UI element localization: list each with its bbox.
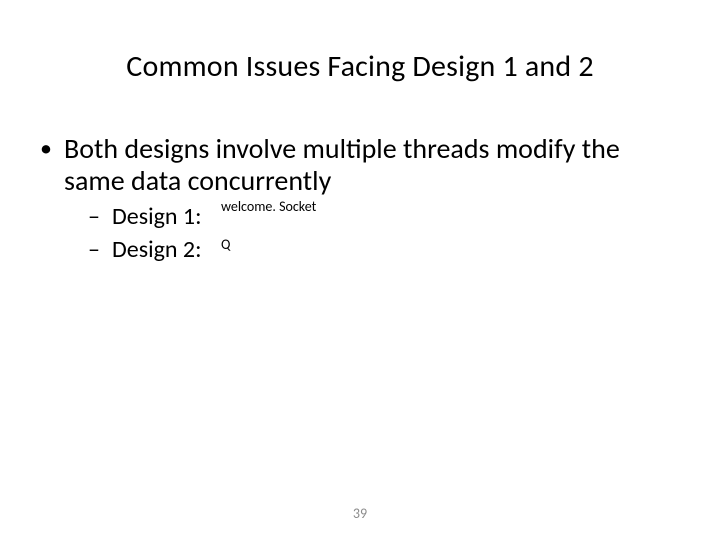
bullet-list-level2: Design 1: welcome. Socket Design 2: Q xyxy=(64,201,684,266)
subbullet-design1-label: Design 1: xyxy=(112,202,202,231)
bullet-main-text: Both designs involve multiple threads mo… xyxy=(64,131,620,198)
bullet-list-level1: Both designs involve multiple threads mo… xyxy=(36,133,684,266)
subbullet-design2-annot: Q xyxy=(221,236,230,255)
subbullet-design1-annot: welcome. Socket xyxy=(221,198,316,217)
subbullet-design2-label: Design 2: xyxy=(112,235,202,264)
page-number: 39 xyxy=(0,505,720,522)
bullet-main: Both designs involve multiple threads mo… xyxy=(36,133,684,266)
subbullet-design2: Design 2: Q xyxy=(64,234,684,266)
slide-title: Common Issues Facing Design 1 and 2 xyxy=(36,48,684,85)
slide: Common Issues Facing Design 1 and 2 Both… xyxy=(0,0,720,540)
subbullet-design1: Design 1: welcome. Socket xyxy=(64,201,684,233)
